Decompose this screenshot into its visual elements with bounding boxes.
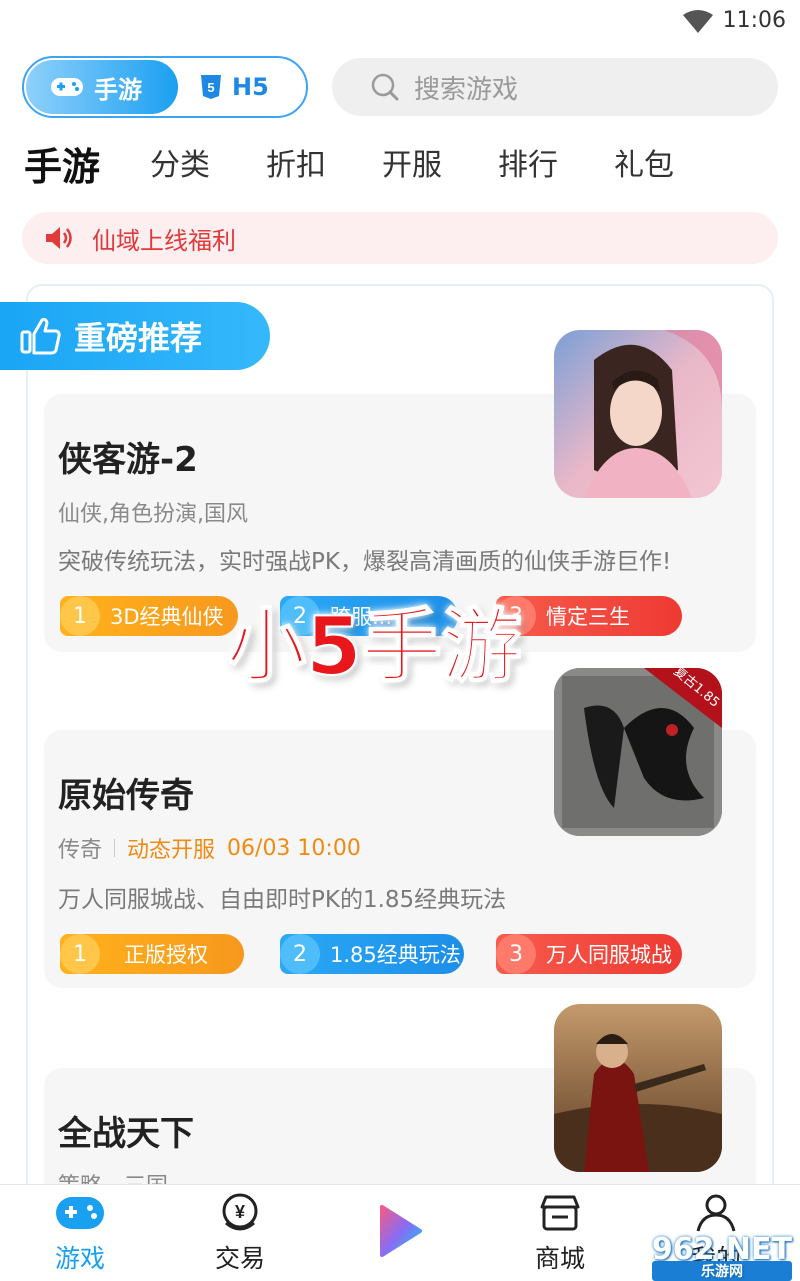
recommend-banner: 重磅推荐 (0, 302, 270, 370)
toggle-mobile-games[interactable]: 手游 (26, 60, 178, 114)
game-tags: 仙侠,角色扮演,国风 (58, 502, 248, 527)
pill-number: 1 (60, 934, 100, 974)
watermark-text: 小5手游 (225, 599, 523, 694)
pill-label: 万人同服城战 (546, 943, 672, 967)
gamepad-icon (56, 1197, 104, 1229)
gamepad-icon (51, 78, 83, 96)
game-name: 原始传奇 (58, 776, 194, 816)
status-time: 11:06 (722, 8, 786, 33)
pill-number: 2 (280, 934, 320, 974)
game-feature-pill: 3 万人同服城战 (496, 934, 682, 974)
user-icon (696, 1194, 736, 1232)
pill-label: 3D经典仙侠 (110, 605, 224, 629)
platform-toggle[interactable]: 手游 5 H5 (22, 56, 308, 118)
pill-number: 3 (496, 934, 536, 974)
toggle-mobile-label: 手游 (94, 75, 142, 104)
game-feature-pill: 1 3D经典仙侠 (60, 596, 238, 636)
category-tabs: 手游 分类 折扣 开服 排行 礼包 (24, 140, 784, 190)
game-tags: 传奇 (58, 838, 103, 863)
search-icon (371, 73, 399, 101)
game-feature-pill: 1 正版授权 (60, 934, 244, 974)
site-logo: 962.NET 乐游网 (651, 1232, 792, 1281)
game-icon[interactable] (554, 330, 722, 498)
search-placeholder: 搜索游戏 (414, 74, 519, 105)
pill-label: 情定三生 (546, 605, 630, 629)
speaker-icon (46, 227, 72, 249)
wifi-icon (683, 10, 713, 33)
game-icon[interactable] (554, 1004, 722, 1172)
recommend-title: 重磅推荐 (74, 319, 203, 357)
tab-ranking[interactable]: 排行 (498, 140, 558, 184)
game-feature-pill: 2 1.85经典玩法 (280, 934, 464, 974)
pill-number: 1 (60, 596, 100, 636)
tab-mobile-games[interactable]: 手游 (24, 136, 101, 191)
tab-category[interactable]: 分类 (150, 140, 210, 184)
notice-text: 仙域上线福利 (92, 226, 236, 255)
tab-server-open[interactable]: 开服 (382, 140, 442, 184)
server-open-label: 动态开服 (127, 838, 216, 863)
nav-store[interactable]: 商城 (500, 1193, 620, 1275)
game-desc: 万人同服城战、自由即时PK的1.85经典玩法 (58, 887, 507, 913)
divider (114, 839, 116, 857)
nav-games[interactable]: 游戏 (20, 1193, 140, 1275)
server-open-time: 06/03 10:00 (227, 835, 361, 861)
pill-label: 正版授权 (124, 943, 208, 967)
html5-icon: 5 (201, 75, 221, 99)
nav-label: 交易 (214, 1244, 265, 1273)
game-meta: 传奇 动态开服 06/03 10:00 (58, 832, 361, 864)
status-bar: 11:06 (0, 0, 800, 44)
svg-text:5: 5 (207, 80, 214, 95)
pill-label: 1.85经典玩法 (330, 943, 461, 967)
svg-text:¥: ¥ (235, 1202, 245, 1222)
game-desc: 突破传统玩法，实时强战PK，爆裂高清画质的仙侠手游巨作! (58, 549, 672, 575)
trade-icon: ¥ (222, 1193, 258, 1231)
game-name: 全战天下 (58, 1114, 194, 1154)
store-icon (540, 1195, 580, 1231)
nav-play[interactable] (340, 1203, 460, 1263)
game-feature-pill: 3 情定三生 (496, 596, 682, 636)
game-name: 侠客游-2 (58, 440, 198, 480)
thumbs-up-icon (20, 317, 61, 355)
nav-label: 商城 (534, 1244, 585, 1273)
notice-bar[interactable]: 仙域上线福利 (22, 212, 778, 264)
play-icon (380, 1205, 422, 1257)
toggle-h5[interactable]: 5 H5 (200, 60, 269, 114)
search-input[interactable]: 搜索游戏 (332, 58, 778, 116)
nav-label: 游戏 (54, 1244, 105, 1273)
game-icon[interactable]: 复古1.85 (554, 668, 722, 836)
tab-discount[interactable]: 折扣 (266, 140, 326, 184)
toggle-h5-label: H5 (232, 73, 269, 101)
tab-gift[interactable]: 礼包 (614, 140, 674, 184)
nav-trade[interactable]: ¥ 交易 (180, 1193, 300, 1275)
